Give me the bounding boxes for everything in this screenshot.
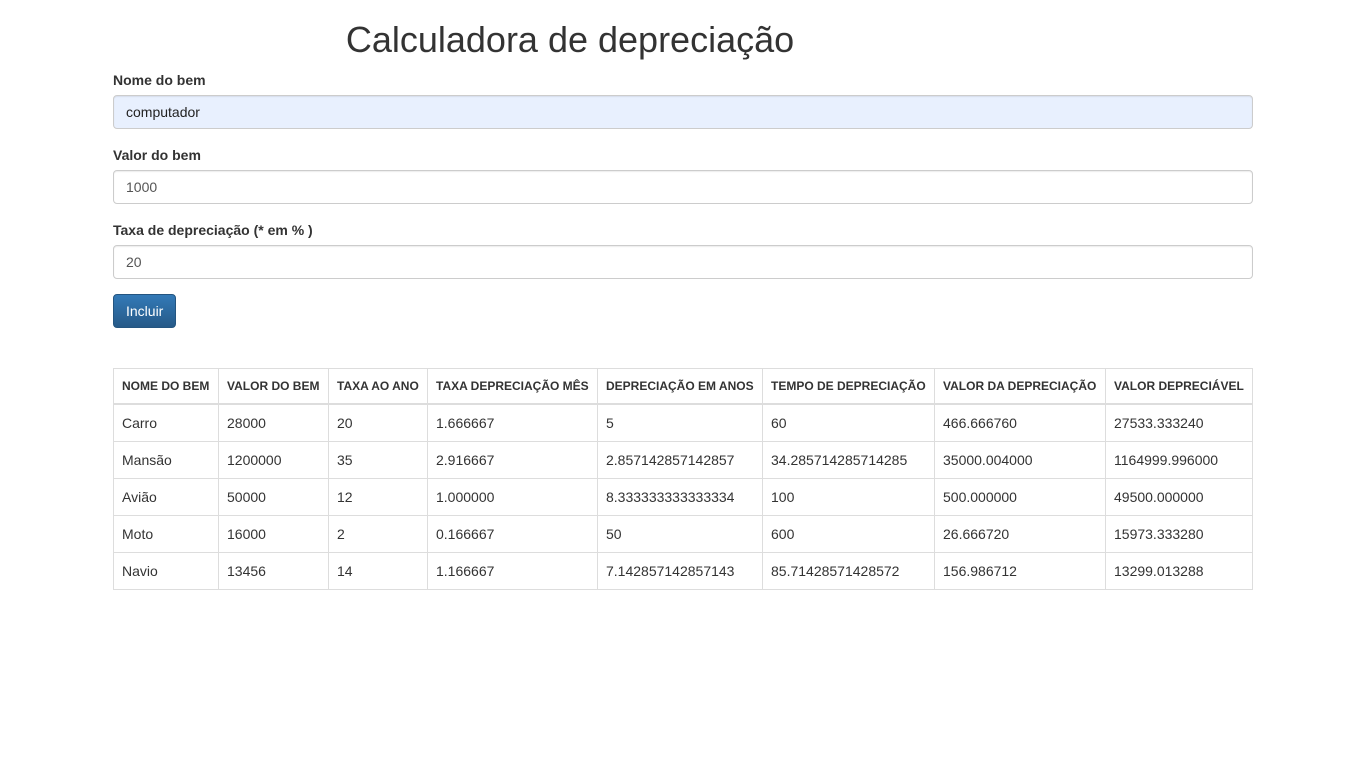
table-cell: Carro bbox=[113, 403, 219, 442]
header-taxa-ao-ano: TAXA AO ANO bbox=[328, 368, 428, 405]
table-cell: 26.666720 bbox=[934, 515, 1106, 553]
header-valor-depreciavel: VALOR DEPRECIÁVEL bbox=[1105, 368, 1253, 405]
table-cell: 2 bbox=[328, 515, 428, 553]
table-cell: 12 bbox=[328, 478, 428, 516]
table-cell: 1.666667 bbox=[427, 403, 598, 442]
header-depreciacao-em-anos: DEPRECIAÇÃO EM ANOS bbox=[597, 368, 763, 405]
table-cell: 7.142857142857143 bbox=[597, 552, 763, 590]
table-row: Navio 13456 14 1.166667 7.14285714285714… bbox=[113, 552, 1253, 590]
table-cell: 0.166667 bbox=[427, 515, 598, 553]
table-cell: 1164999.996000 bbox=[1105, 441, 1253, 479]
table-cell: Moto bbox=[113, 515, 219, 553]
table-cell: 28000 bbox=[218, 403, 329, 442]
table-cell: 1.166667 bbox=[427, 552, 598, 590]
table-cell: 20 bbox=[328, 403, 428, 442]
page-title: Calculadora de depreciação bbox=[345, 19, 795, 60]
table-cell: 500.000000 bbox=[934, 478, 1106, 516]
table-cell: 100 bbox=[762, 478, 935, 516]
header-nome-do-bem: NOME DO BEM bbox=[113, 368, 219, 405]
table-cell: 8.333333333333334 bbox=[597, 478, 763, 516]
table-cell: 49500.000000 bbox=[1105, 478, 1253, 516]
header-tempo-de-depreciacao: TEMPO DE DEPRECIAÇÃO bbox=[762, 368, 935, 405]
table-cell: 13299.013288 bbox=[1105, 552, 1253, 590]
table-cell: 600 bbox=[762, 515, 935, 553]
table-cell: 466.666760 bbox=[934, 403, 1106, 442]
table-cell: 14 bbox=[328, 552, 428, 590]
header-taxa-depreciacao-mes: TAXA DEPRECIAÇÃO MÊS bbox=[427, 368, 598, 405]
table-cell: 5 bbox=[597, 403, 763, 442]
taxa-label: Taxa de depreciação (* em % ) bbox=[113, 222, 313, 238]
table-cell: 35 bbox=[328, 441, 428, 479]
table-cell: 2.916667 bbox=[427, 441, 598, 479]
nome-field-group: Nome do bem bbox=[113, 70, 1253, 129]
incluir-button[interactable]: Incluir bbox=[113, 294, 177, 328]
nome-input[interactable] bbox=[113, 95, 1253, 129]
valor-field-group: Valor do bem bbox=[113, 145, 1253, 204]
valor-input[interactable] bbox=[113, 170, 1253, 204]
table-row: Mansão 1200000 35 2.916667 2.85714285714… bbox=[113, 441, 1253, 479]
table-cell: 60 bbox=[762, 403, 935, 442]
table-cell: 35000.004000 bbox=[934, 441, 1106, 479]
header-valor-da-depreciacao: VALOR DA DEPRECIAÇÃO bbox=[934, 368, 1106, 405]
table-row: Avião 50000 12 1.000000 8.33333333333333… bbox=[113, 478, 1253, 516]
header-valor-do-bem: VALOR DO BEM bbox=[218, 368, 329, 405]
table-cell: Navio bbox=[113, 552, 219, 590]
taxa-input[interactable] bbox=[113, 245, 1253, 279]
table-cell: 27533.333240 bbox=[1105, 403, 1253, 442]
table-row: Moto 16000 2 0.166667 50 600 26.666720 1… bbox=[113, 515, 1253, 553]
table-cell: 2.857142857142857 bbox=[597, 441, 763, 479]
nome-label: Nome do bem bbox=[113, 72, 206, 88]
table-row: Carro 28000 20 1.666667 5 60 466.666760 … bbox=[113, 403, 1253, 442]
table-cell: 34.285714285714285 bbox=[762, 441, 935, 479]
valor-label: Valor do bem bbox=[113, 147, 201, 163]
table-header-row: NOME DO BEM VALOR DO BEM TAXA AO ANO TAX… bbox=[113, 368, 1253, 405]
table-cell: Mansão bbox=[113, 441, 219, 479]
table-cell: 50000 bbox=[218, 478, 329, 516]
table-cell: 1.000000 bbox=[427, 478, 598, 516]
table-cell: 156.986712 bbox=[934, 552, 1106, 590]
table-cell: 1200000 bbox=[218, 441, 329, 479]
table-cell: 50 bbox=[597, 515, 763, 553]
main-container: Nome do bem Valor do bem Taxa de depreci… bbox=[113, 70, 1253, 590]
table-cell: 16000 bbox=[218, 515, 329, 553]
table-cell: 85.71428571428572 bbox=[762, 552, 935, 590]
table-cell: Avião bbox=[113, 478, 219, 516]
table-cell: 13456 bbox=[218, 552, 329, 590]
depreciation-table: NOME DO BEM VALOR DO BEM TAXA AO ANO TAX… bbox=[113, 368, 1253, 590]
table-cell: 15973.333280 bbox=[1105, 515, 1253, 553]
taxa-field-group: Taxa de depreciação (* em % ) bbox=[113, 220, 1253, 279]
